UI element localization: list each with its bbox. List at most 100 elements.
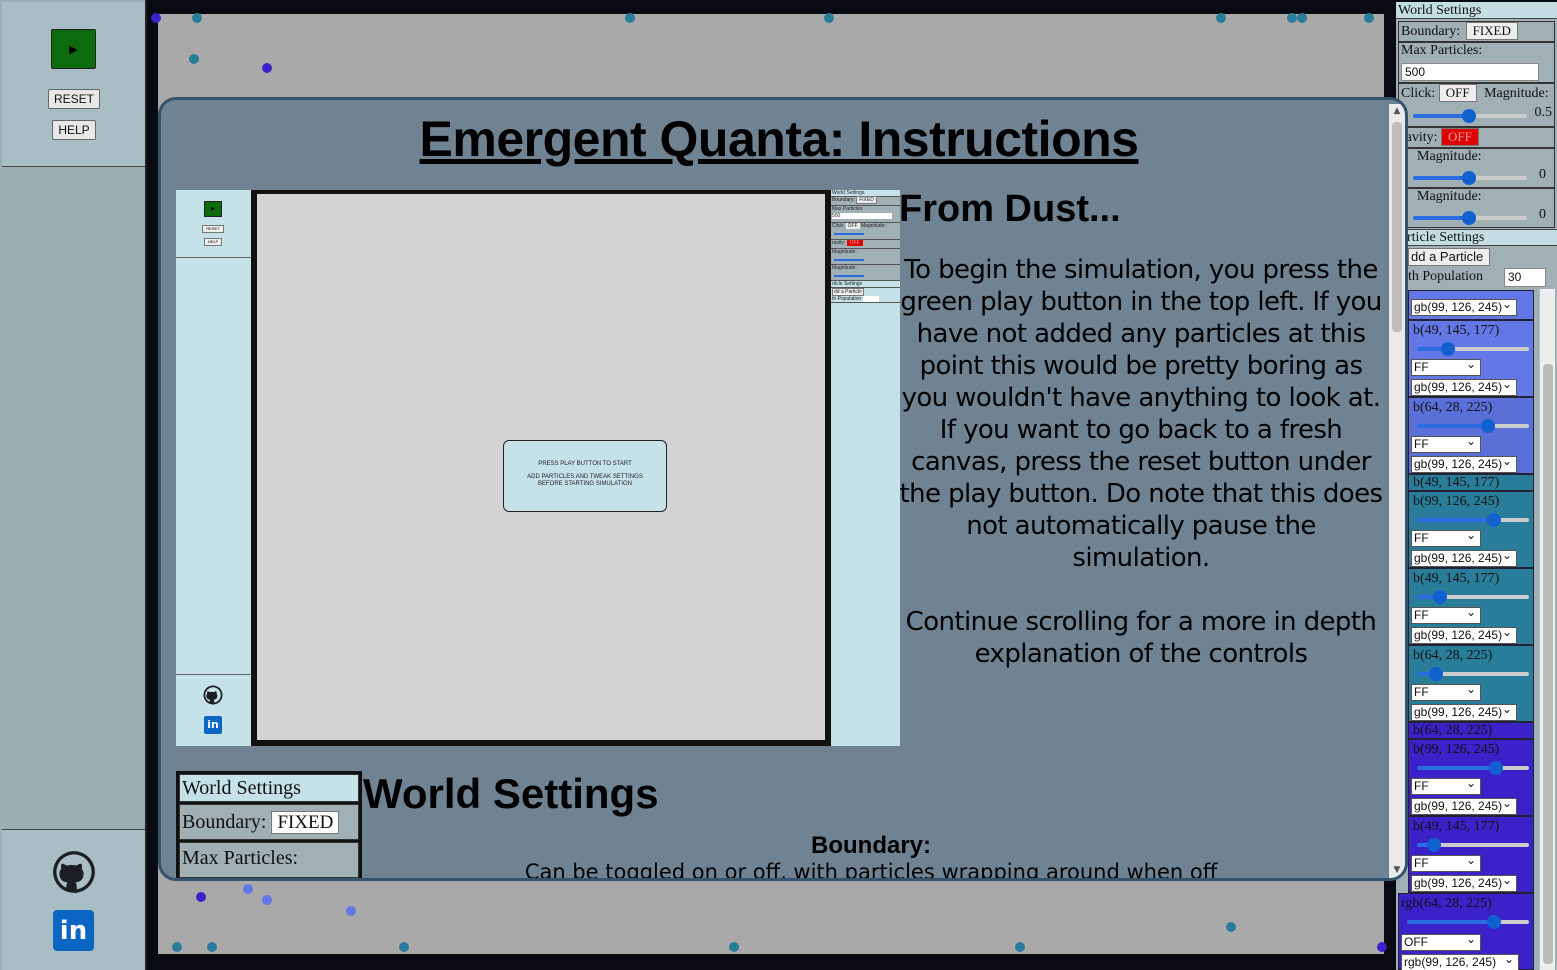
rule-target-select[interactable]: gb(99, 126, 245) [1411, 548, 1517, 567]
particle-group-header: b(64, 28, 225) [1408, 722, 1534, 739]
particle-dot [1364, 13, 1374, 23]
particle-dot [262, 63, 272, 73]
particle-settings-title: rticle Settings [1396, 229, 1557, 246]
preview-x-row: Magnitude: [831, 249, 900, 265]
rule-toggle-select[interactable]: FF [1411, 853, 1481, 872]
preview-play-button: ▶ [204, 201, 222, 217]
preview-linkedin-icon: in [204, 716, 222, 734]
rule-slider[interactable] [1481, 419, 1495, 433]
scroll-up-icon[interactable]: ▲ [1389, 106, 1405, 120]
instructions-modal: Emergent Quanta: Instructions ▶ RESET HE… [158, 97, 1408, 881]
preview-population-label: th Population [832, 296, 862, 302]
world-settings-title: World Settings [1396, 2, 1557, 19]
add-particle-button[interactable]: dd a Particle [1408, 248, 1490, 266]
click-toggle[interactable]: OFF [1438, 84, 1477, 102]
rule-toggle-select[interactable]: OFF [1401, 932, 1481, 951]
rule-color-label: b(64, 28, 225) [1413, 400, 1493, 415]
rule-color-label: b(49, 145, 177) [1413, 571, 1500, 586]
ws-preview-boundary-toggle: FIXED [271, 811, 340, 834]
click-magnitude-slider[interactable] [1462, 109, 1476, 123]
rule-color-label: b(99, 126, 245) [1413, 494, 1500, 509]
rule-toggle-select[interactable]: FF [1411, 357, 1481, 376]
preview-screenshot: ▶ RESET HELP in PRESS PLAY BUTTON TO STA… [176, 190, 900, 746]
rule-target-select[interactable]: rgb(99, 126, 245) [1401, 952, 1519, 970]
preview-click-row: Click: OFF Magnitude: [831, 223, 900, 240]
preview-left-controls: ▶ RESET HELP [176, 190, 251, 258]
preview-boundary-row: Boundary: FIXED [831, 196, 900, 206]
gravity-toggle[interactable]: OFF [1441, 128, 1479, 146]
rule-target-select[interactable]: gb(99, 126, 245) [1411, 454, 1517, 473]
preview-canvas: PRESS PLAY BUTTON TO START ADD PARTICLES… [257, 194, 825, 740]
particle-rule-card: b(49, 145, 177) FF gb(99, 126, 245) [1408, 568, 1534, 645]
particle-dot [1297, 13, 1307, 23]
particle-target-select[interactable]: gb(99, 126, 245) [1411, 297, 1517, 316]
left-panel-controls: ▶ RESET HELP [2, 2, 145, 167]
rule-slider[interactable] [1487, 915, 1501, 929]
modal-scrollbar-thumb[interactable] [1392, 122, 1402, 332]
rule-slider-fill [1417, 424, 1487, 428]
particle-dot [207, 942, 217, 952]
rule-toggle-select[interactable]: FF [1411, 528, 1481, 547]
y-magnitude-value: 0 [1539, 207, 1546, 222]
y-magnitude-slider[interactable] [1462, 211, 1476, 225]
boundary-toggle[interactable]: FIXED [1465, 22, 1518, 40]
rule-toggle-select[interactable]: FF [1411, 682, 1481, 701]
rule-slider[interactable] [1489, 761, 1503, 775]
rule-slider-fill [1417, 766, 1497, 770]
app-root: ▶ RESET HELP in World Settings Boundary:… [0, 0, 1557, 970]
section-world-settings-heading: World Settings [363, 770, 659, 817]
rule-slider[interactable] [1487, 513, 1501, 527]
max-particles-input[interactable]: 500 [1401, 63, 1539, 81]
particle-rule-card: b(64, 28, 225) FF gb(99, 126, 245) [1408, 645, 1534, 722]
particle-group-header: b(49, 145, 177) [1408, 474, 1534, 491]
play-button[interactable]: ▶ [51, 29, 96, 69]
rule-slider[interactable] [1429, 667, 1443, 681]
modal-scrollbar[interactable]: ▲ ▼ [1389, 104, 1405, 878]
reset-button[interactable]: RESET [48, 89, 100, 109]
click-magnitude-label: Magnitude: [1484, 86, 1549, 101]
rule-target-select[interactable]: gb(99, 126, 245) [1411, 377, 1517, 396]
preview-start-dialog: PRESS PLAY BUTTON TO START ADD PARTICLES… [503, 440, 667, 512]
preview-y-row: Magnitude: [831, 265, 900, 281]
boundary-heading: Boundary: [811, 832, 931, 859]
rule-slider[interactable] [1433, 590, 1447, 604]
rule-slider-track [1447, 347, 1529, 351]
boundary-row: Boundary: FIXED [1398, 21, 1555, 42]
population-input[interactable]: 30 [1504, 268, 1546, 287]
preview-boundary-label: Boundary: [832, 197, 855, 203]
preview-y-slider [834, 275, 864, 277]
rule-color-label: b(64, 28, 225) [1413, 648, 1493, 663]
rule-target-select[interactable]: gb(99, 126, 245) [1411, 702, 1517, 721]
x-magnitude-slider[interactable] [1462, 171, 1476, 185]
preview-y-label: Magnitude: [832, 265, 857, 271]
github-icon[interactable] [52, 850, 96, 894]
rule-color-label: rgb(64, 28, 225) [1401, 896, 1492, 911]
settings-scrollbar[interactable] [1539, 289, 1555, 970]
particle-dot [243, 884, 253, 894]
settings-scrollbar-thumb[interactable] [1543, 364, 1553, 964]
y-magnitude-slider-fill [1413, 216, 1469, 220]
rule-target-select[interactable]: gb(99, 126, 245) [1411, 796, 1517, 815]
click-row: Click: OFF Magnitude: 0.5 [1398, 83, 1555, 127]
rule-toggle-select[interactable]: FF [1411, 776, 1481, 795]
particle-dot [729, 942, 739, 952]
particle-dot [196, 892, 206, 902]
preview-particle-title: rticle Settings [831, 281, 900, 288]
linkedin-icon[interactable]: in [53, 910, 94, 951]
modal-title: Emergent Quanta: Instructions [419, 111, 1139, 167]
help-button[interactable]: HELP [52, 120, 96, 140]
click-magnitude-slider-track [1469, 114, 1527, 118]
rule-slider[interactable] [1427, 838, 1441, 852]
rule-target-select[interactable]: gb(99, 126, 245) [1411, 625, 1517, 644]
rule-target-select[interactable]: gb(99, 126, 245) [1411, 873, 1517, 892]
left-panel: ▶ RESET HELP in [0, 0, 147, 970]
particle-dot [625, 13, 635, 23]
preview-github-icon [203, 685, 223, 705]
rule-toggle-select[interactable]: FF [1411, 434, 1481, 453]
rule-toggle-select[interactable]: FF [1411, 605, 1481, 624]
preview-max-label: Max Particles: [832, 206, 864, 212]
rule-slider[interactable] [1441, 342, 1455, 356]
particle-rule-card: b(49, 145, 177) FF gb(99, 126, 245) [1408, 816, 1534, 893]
scroll-down-icon[interactable]: ▼ [1389, 865, 1405, 878]
settings-panel: World Settings Boundary: FIXED Max Parti… [1396, 2, 1557, 970]
